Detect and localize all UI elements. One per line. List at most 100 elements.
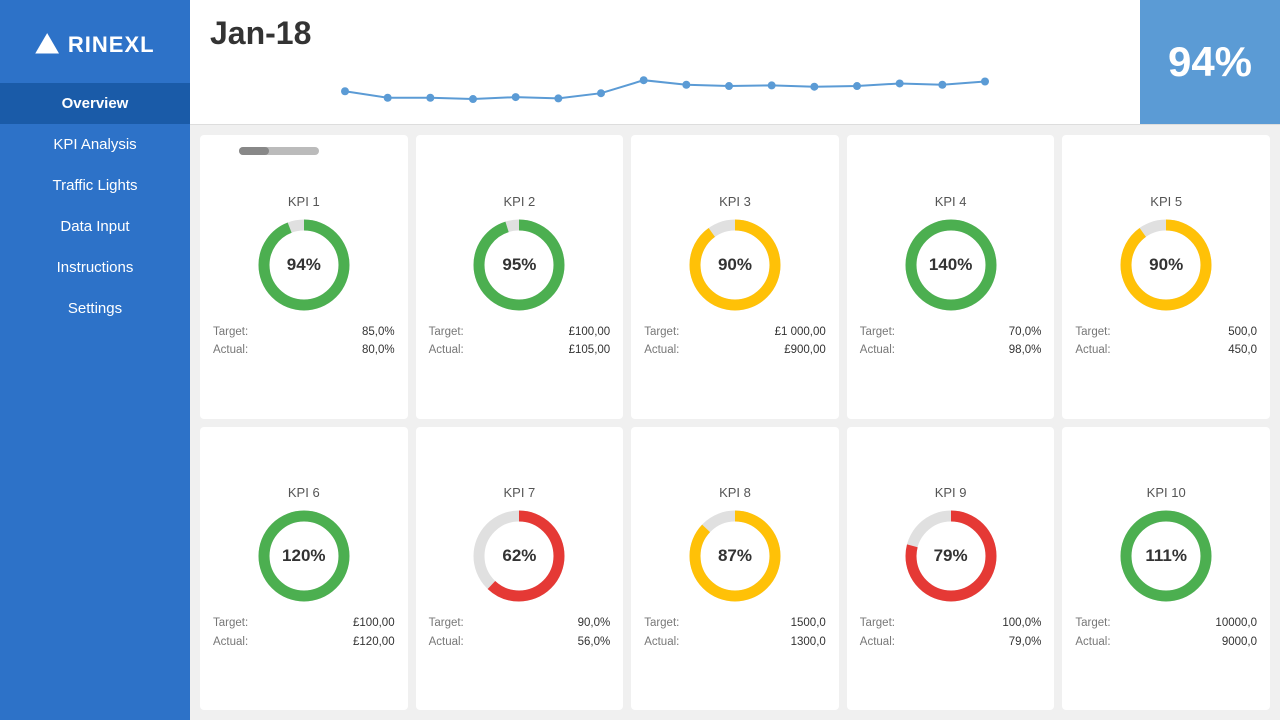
kpi3-card: KPI 3 90% Target: £1 000,00 Actual: £900,…: [631, 135, 839, 419]
kpi5-actual-label: Actual:: [1075, 341, 1110, 359]
kpi5-target-label: Target:: [1075, 323, 1110, 341]
kpi2-donut: 95%: [469, 215, 569, 315]
kpi2-actual-label: Actual:: [429, 341, 464, 359]
kpi3-target-value: £1 000,00: [775, 323, 826, 341]
kpi9-actual-value: 79,0%: [1009, 633, 1042, 651]
nav-menu: OverviewKPI AnalysisTraffic LightsData I…: [0, 83, 190, 329]
kpi8-target-value: 1500,0: [791, 614, 826, 632]
header-left: Jan-18 ‹ ›: [190, 0, 1140, 124]
kpi7-donut: 62%: [469, 506, 569, 606]
sidebar-item-instructions[interactable]: Instructions: [0, 247, 190, 288]
kpi2-title: KPI 2: [503, 194, 535, 209]
kpi5-stats: Target: 500,0 Actual: 450,0: [1067, 323, 1265, 360]
slider-track[interactable]: [239, 147, 319, 155]
kpi1-card: KPI 1 94% Target: 85,0% Actual: 80,0%: [200, 135, 408, 419]
kpi5-donut: 90%: [1116, 215, 1216, 315]
kpi-grid: KPI 1 94% Target: 85,0% Actual: 80,0% KPI…: [190, 125, 1280, 720]
kpi6-stats: Target: £100,00 Actual: £120,00: [205, 614, 403, 651]
kpi5-target-value: 500,0: [1228, 323, 1257, 341]
slider-thumb: [239, 147, 269, 155]
kpi5-actual-value: 450,0: [1228, 341, 1257, 359]
kpi6-target-value: £100,00: [353, 614, 395, 632]
kpi5-percent-text: 90%: [1149, 255, 1183, 275]
kpi3-actual-value: £900,00: [784, 341, 826, 359]
kpi3-target-label: Target:: [644, 323, 679, 341]
kpi4-card: KPI 4 140% Target: 70,0% Actual: 98,0%: [847, 135, 1055, 419]
kpi2-percent-text: 95%: [502, 255, 536, 275]
kpi1-percent-text: 94%: [287, 255, 321, 275]
logo-icon: ⛰: [35, 28, 60, 61]
kpi9-stats: Target: 100,0% Actual: 79,0%: [852, 614, 1050, 651]
kpi6-title: KPI 6: [288, 485, 320, 500]
kpi10-actual-value: 9000,0: [1222, 633, 1257, 651]
sidebar-item-data-input[interactable]: Data Input: [0, 206, 190, 247]
kpi10-card: KPI 10 111% Target: 10000,0 Actual: 9000,…: [1062, 427, 1270, 711]
kpi10-title: KPI 10: [1147, 485, 1186, 500]
kpi6-actual-label: Actual:: [213, 633, 248, 651]
kpi5-title: KPI 5: [1150, 194, 1182, 209]
summary-percent: 94%: [1168, 38, 1252, 86]
kpi2-actual-value: £105,00: [569, 341, 611, 359]
kpi4-actual-value: 98,0%: [1009, 341, 1042, 359]
kpi2-target-value: £100,00: [569, 323, 611, 341]
kpi1-target-value: 85,0%: [362, 323, 395, 341]
kpi1-target-label: Target:: [213, 323, 248, 341]
kpi7-title: KPI 7: [503, 485, 535, 500]
kpi8-donut: 87%: [685, 506, 785, 606]
kpi1-title: KPI 1: [288, 194, 320, 209]
kpi4-stats: Target: 70,0% Actual: 98,0%: [852, 323, 1050, 360]
main-content: Jan-18 ‹ › 94% KPI 1 94% Target: 85,0% Ac…: [190, 0, 1280, 720]
kpi8-stats: Target: 1500,0 Actual: 1300,0: [636, 614, 834, 651]
sidebar-item-traffic-lights[interactable]: Traffic Lights: [0, 165, 190, 206]
kpi4-actual-label: Actual:: [860, 341, 895, 359]
kpi10-stats: Target: 10000,0 Actual: 9000,0: [1067, 614, 1265, 651]
kpi3-donut: 90%: [685, 215, 785, 315]
kpi7-stats: Target: 90,0% Actual: 56,0%: [421, 614, 619, 651]
kpi7-card: KPI 7 62% Target: 90,0% Actual: 56,0%: [416, 427, 624, 711]
logo: ⛰ RINEXL: [25, 10, 164, 83]
kpi6-target-label: Target:: [213, 614, 248, 632]
kpi2-target-label: Target:: [429, 323, 464, 341]
kpi10-actual-label: Actual:: [1075, 633, 1110, 651]
kpi10-target-label: Target:: [1075, 614, 1110, 632]
kpi7-target-label: Target:: [429, 614, 464, 632]
logo-text: RINEXL: [68, 32, 155, 58]
sidebar-item-settings[interactable]: Settings: [0, 288, 190, 329]
kpi7-actual-label: Actual:: [429, 633, 464, 651]
kpi4-donut: 140%: [901, 215, 1001, 315]
kpi4-title: KPI 4: [935, 194, 967, 209]
kpi1-stats: Target: 85,0% Actual: 80,0%: [205, 323, 403, 360]
kpi8-actual-value: 1300,0: [791, 633, 826, 651]
kpi8-title: KPI 8: [719, 485, 751, 500]
kpi6-card: KPI 6 120% Target: £100,00 Actual: £120,0…: [200, 427, 408, 711]
kpi1-donut: 94%: [254, 215, 354, 315]
kpi9-target-value: 100,0%: [1002, 614, 1041, 632]
kpi5-card: KPI 5 90% Target: 500,0 Actual: 450,0: [1062, 135, 1270, 419]
kpi9-title: KPI 9: [935, 485, 967, 500]
kpi8-percent-text: 87%: [718, 546, 752, 566]
kpi2-stats: Target: £100,00 Actual: £105,00: [421, 323, 619, 360]
kpi10-donut: 111%: [1116, 506, 1216, 606]
kpi9-card: KPI 979% Target: 100,0% Actual: 79,0%: [847, 427, 1055, 711]
kpi4-percent-text: 140%: [929, 255, 972, 275]
header: Jan-18 ‹ › 94%: [190, 0, 1280, 125]
kpi8-card: KPI 8 87% Target: 1500,0 Actual: 1300,0: [631, 427, 839, 711]
kpi7-actual-value: 56,0%: [578, 633, 611, 651]
kpi3-title: KPI 3: [719, 194, 751, 209]
kpi3-stats: Target: £1 000,00 Actual: £900,00: [636, 323, 834, 360]
kpi3-actual-label: Actual:: [644, 341, 679, 359]
kpi4-target-label: Target:: [860, 323, 895, 341]
sidebar: ⛰ RINEXL OverviewKPI AnalysisTraffic Lig…: [0, 0, 190, 720]
kpi4-target-value: 70,0%: [1009, 323, 1042, 341]
kpi9-actual-label: Actual:: [860, 633, 895, 651]
kpi6-donut: 120%: [254, 506, 354, 606]
kpi10-target-value: 10000,0: [1215, 614, 1257, 632]
trend-chart-svg: [210, 62, 1120, 127]
sidebar-item-overview[interactable]: Overview: [0, 83, 190, 124]
kpi9-target-label: Target:: [860, 614, 895, 632]
trend-chart: [210, 62, 1120, 132]
kpi8-target-label: Target:: [644, 614, 679, 632]
kpi1-actual-value: 80,0%: [362, 341, 395, 359]
sidebar-item-kpi-analysis[interactable]: KPI Analysis: [0, 124, 190, 165]
kpi7-percent-text: 62%: [502, 546, 536, 566]
